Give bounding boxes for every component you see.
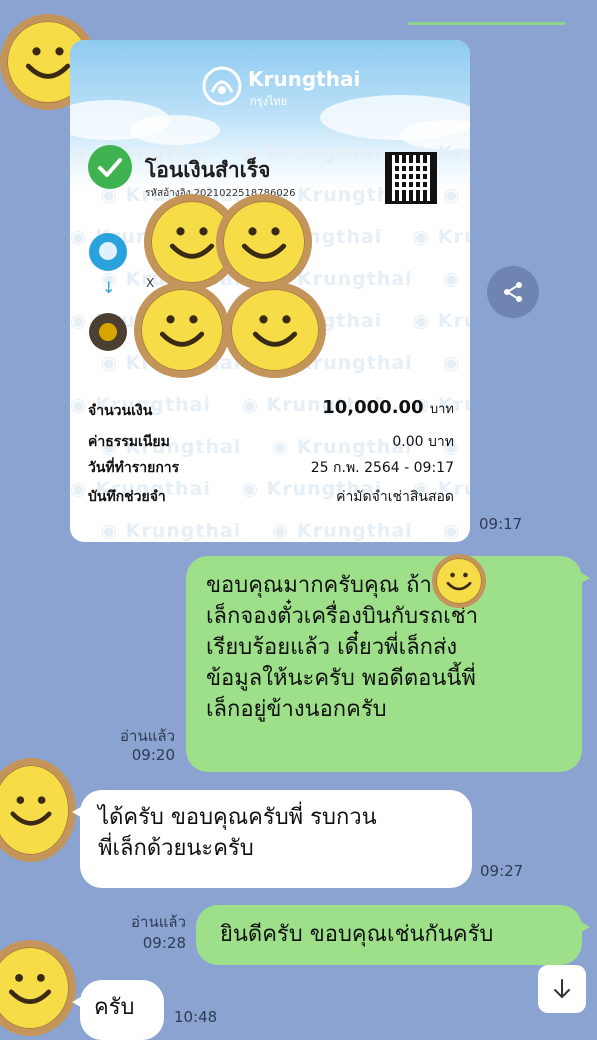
smiley-face-icon (252, 315, 298, 347)
message-time: 09:28 (142, 934, 186, 952)
row-label: วันที่ทำรายการ (88, 460, 180, 476)
bank-name: Krungthai (248, 67, 361, 91)
sticker-smiley (134, 282, 230, 378)
smiley-face-icon (446, 572, 472, 591)
scroll-to-bottom-button[interactable] (538, 965, 586, 1013)
arrow-down-icon (554, 979, 570, 998)
sticker-smiley (432, 554, 486, 608)
message-line: ข้อมูลให้นะครับ พอดีตอนนี้พี่ (206, 666, 476, 691)
krungthai-logo-icon (202, 66, 242, 106)
row-label: จำนวนเงิน (88, 403, 153, 419)
message-line: ครับ (94, 995, 135, 1020)
message-line: เรียบร้อยแล้ว เดี๋ยวพี่เล็กส่ง (206, 635, 458, 660)
smiley-face-icon (10, 796, 52, 826)
row-value: 25 ก.พ. 2564 - 09:17 (310, 460, 454, 476)
row-label: บันทึกช่วยจำ (88, 489, 166, 505)
share-icon (504, 282, 522, 302)
sender-avatar[interactable] (0, 940, 76, 1036)
message-bubble-incoming[interactable]: ได้ครับ ขอบคุณครับพี่ รบกวน พี่เล็กด้วยน… (72, 790, 472, 888)
message-bubble-incoming[interactable]: ครับ (72, 980, 164, 1040)
message-line: ยินดีครับ ขอบคุณเช่นกันครับ (220, 922, 494, 947)
row-value: 0.00 บาท (392, 434, 454, 450)
receipt-row-fee: ค่าธรรมเนียม 0.00 บาท (88, 428, 454, 454)
message-time: 09:27 (480, 862, 524, 880)
message-line: ได้ครับ ขอบคุณครับพี่ รบกวน (98, 805, 377, 830)
sender-avatar[interactable] (0, 758, 76, 862)
receipt-row-date: วันที่ทำรายการ 25 ก.พ. 2564 - 09:17 (88, 454, 454, 480)
message-line: เล็กอยู่ข้างนอกครับ (206, 697, 387, 722)
receipt-row-amount: จำนวนเงิน 10,000.00 บาท (88, 397, 454, 423)
smiley-face-icon (159, 315, 205, 347)
bank-name-sub: กรุงไทย (250, 95, 288, 108)
sticker-smiley (216, 194, 312, 290)
message-time: 10:48 (174, 1008, 218, 1026)
transfer-arrow-icon: ↓ (102, 278, 116, 297)
read-receipt: อ่านแล้ว (131, 913, 186, 931)
success-check-icon (88, 145, 132, 189)
message-bubble-outgoing[interactable]: ขอบคุณมากครับคุณ ถ้าพี่ เล็กจองตั๋วเครื่… (186, 556, 590, 772)
sender-bank-icon (89, 233, 127, 271)
message-line: พี่เล็กด้วยนะครับ (98, 836, 254, 861)
smiley-face-icon (241, 227, 287, 259)
smiley-face-icon (8, 973, 52, 1004)
share-button[interactable] (487, 266, 539, 318)
message-line: เล็กจองตั๋วเครื่องบินกับรถเช่า (206, 604, 479, 629)
receipt-row-memo: บันทึกช่วยจำ ค่ามัดจำเช่าสินสอด (88, 483, 454, 509)
sticker-smiley (224, 282, 326, 378)
recipient-bank-icon (89, 313, 127, 351)
top-divider (408, 22, 566, 25)
message-line: ขอบคุณมากครับคุณ ถ้าพี่ (206, 573, 447, 598)
message-bubble-outgoing[interactable]: ยินดีครับ ขอบคุณเช่นกันครับ (196, 905, 590, 965)
row-value: 10,000.00 บาท (322, 397, 454, 418)
row-label: ค่าธรรมเนียม (88, 434, 170, 450)
qr-code (385, 152, 437, 204)
receipt-title: โอนเงินสำเร็จ (145, 158, 271, 182)
row-value: ค่ามัดจำเช่าสินสอด (336, 489, 454, 505)
read-receipt: อ่านแล้ว (120, 727, 175, 745)
message-time: 09:20 (131, 746, 175, 764)
message-time: 09:17 (479, 515, 523, 533)
